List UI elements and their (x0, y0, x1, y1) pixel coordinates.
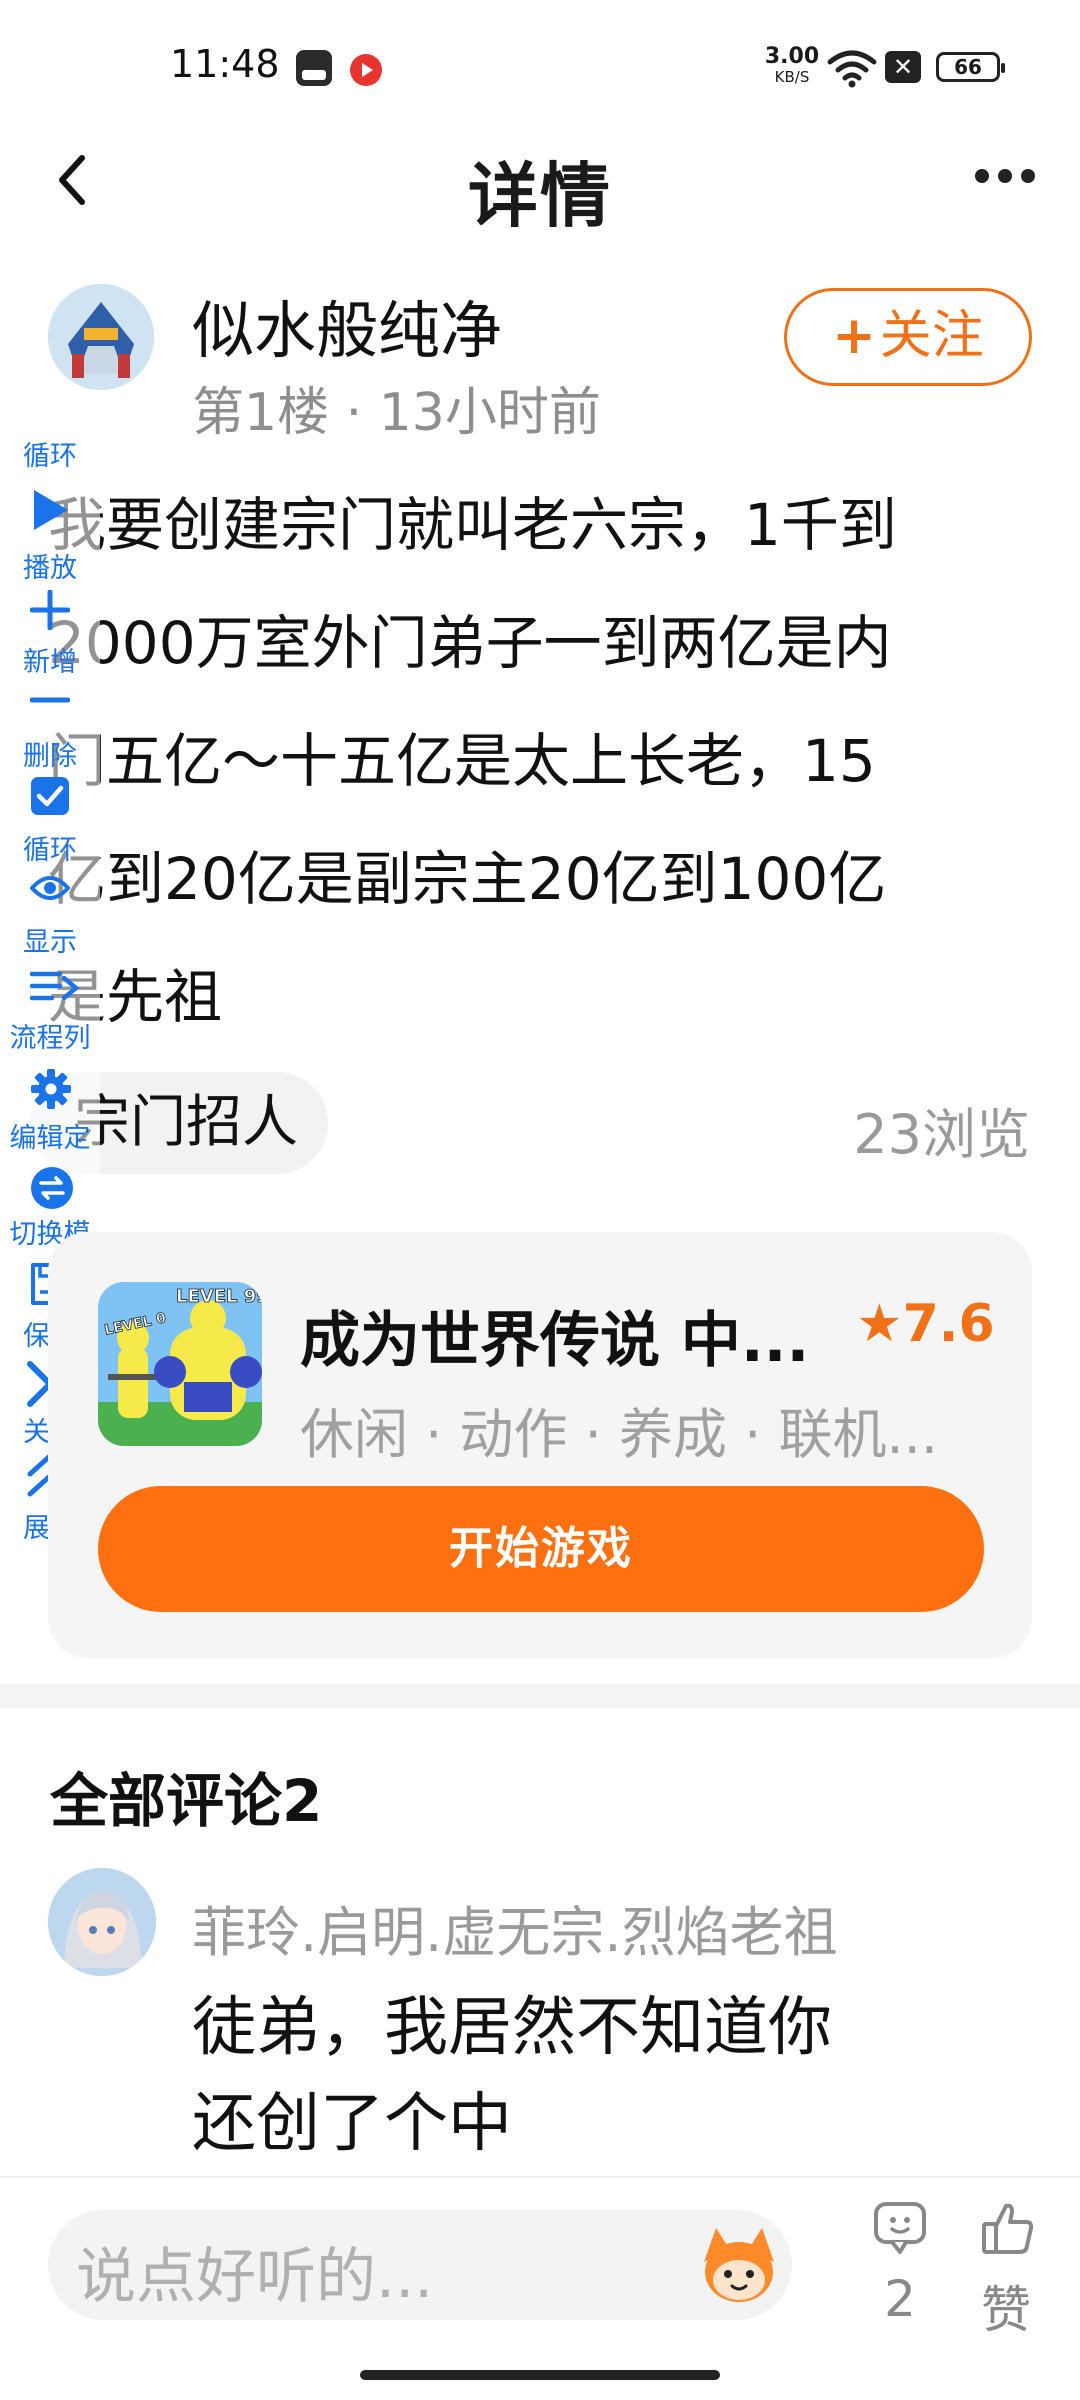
plus-icon: + (832, 306, 876, 366)
start-game-button[interactable]: 开始游戏 (98, 1486, 984, 1612)
no-sim-icon: ✕ (885, 51, 921, 83)
play-icon[interactable] (30, 488, 70, 532)
video-app-icon (350, 54, 382, 86)
eye-icon[interactable] (30, 874, 70, 902)
gear-icon[interactable] (30, 1068, 72, 1110)
star-icon: ★ (856, 1294, 903, 1354)
view-count: 23浏览 (853, 1103, 1030, 1166)
post-time: 13小时前 (378, 383, 601, 443)
status-bar: 11:48 3.00 KB/S ✕ 66 (0, 0, 1080, 130)
comment-count[interactable]: 2 (864, 2270, 936, 2328)
game-rating: ★7.6 (856, 1294, 995, 1354)
post-line: 亿到20亿是副宗主20亿到100亿 (48, 845, 887, 913)
post-meta: 第1楼 · 13小时前 (192, 383, 601, 443)
post-line: 是先祖 (48, 963, 223, 1031)
commenter-name[interactable]: 菲玲.启明.虚无宗.烈焰老祖 (192, 1888, 838, 1967)
post-content: 我要创建宗门就叫老六宗，1千到 2000万室外门弟子一到两亿是内 门五亿～十五亿… (48, 466, 1038, 1056)
list-icon[interactable] (30, 968, 80, 1008)
comment-bubble-icon[interactable] (872, 2200, 928, 2256)
toolbar-label-loop-2[interactable]: 循环 (0, 828, 100, 867)
comment-input-placeholder[interactable]: 说点好听的... (76, 2228, 433, 2315)
author-name[interactable]: 似水般纯净 (192, 280, 502, 370)
game-tags: 休闲 · 动作 · 养成 · 联机... (300, 1403, 938, 1466)
checkbox-icon[interactable] (30, 776, 70, 816)
toolbar-label-play[interactable]: 播放 (0, 546, 100, 585)
app-notification-icon (296, 50, 332, 86)
network-speed: 3.00 KB/S (764, 44, 820, 86)
toolbar-label-loop[interactable]: 循环 (0, 434, 100, 473)
thumbs-up-icon[interactable] (980, 2200, 1036, 2256)
minus-icon[interactable] (30, 694, 70, 706)
like-label[interactable]: 赞 (970, 2270, 1042, 2342)
toolbar-label-flow[interactable]: 流程列 (0, 1016, 100, 1055)
page-title: 详情 (468, 155, 612, 237)
follow-button[interactable]: +关注 (784, 288, 1032, 386)
game-title[interactable]: 成为世界传说 中... (300, 1292, 840, 1379)
author-avatar[interactable] (48, 284, 154, 390)
home-indicator[interactable] (360, 2370, 720, 2380)
wifi-icon (827, 50, 877, 88)
svg-text:LEVEL 999: LEVEL 999 (176, 1286, 262, 1307)
battery-indicator: 66 (936, 52, 1005, 82)
toolbar-label-delete[interactable]: 删除 (0, 734, 100, 773)
toolbar-label-show[interactable]: 显示 (0, 920, 100, 959)
status-time: 11:48 (170, 42, 280, 86)
comment-text: 徒弟，我居然不知道你 还创了个中 (192, 1991, 832, 2161)
commenter-avatar[interactable] (48, 1868, 156, 1976)
toolbar-label-edit[interactable]: 编辑定 (0, 1116, 100, 1155)
post-line: 2000万室外门弟子一到两亿是内 (48, 609, 892, 677)
floor-number: 第1楼 (192, 383, 330, 443)
section-divider (0, 1684, 1080, 1708)
switch-icon[interactable] (30, 1166, 74, 1210)
post-line: 我要创建宗门就叫老六宗，1千到 (48, 491, 897, 559)
mascot-emoji-icon[interactable] (696, 2222, 782, 2308)
comments-title: 全部评论2 (50, 1767, 323, 1835)
post-line: 门五亿～十五亿是太上长老，15 (48, 727, 876, 795)
more-options-icon[interactable] (975, 168, 1045, 188)
plus-icon[interactable] (30, 590, 70, 630)
toolbar-label-add[interactable]: 新增 (0, 640, 100, 679)
game-icon[interactable]: LEVEL 0 LEVEL 999 (98, 1282, 262, 1446)
